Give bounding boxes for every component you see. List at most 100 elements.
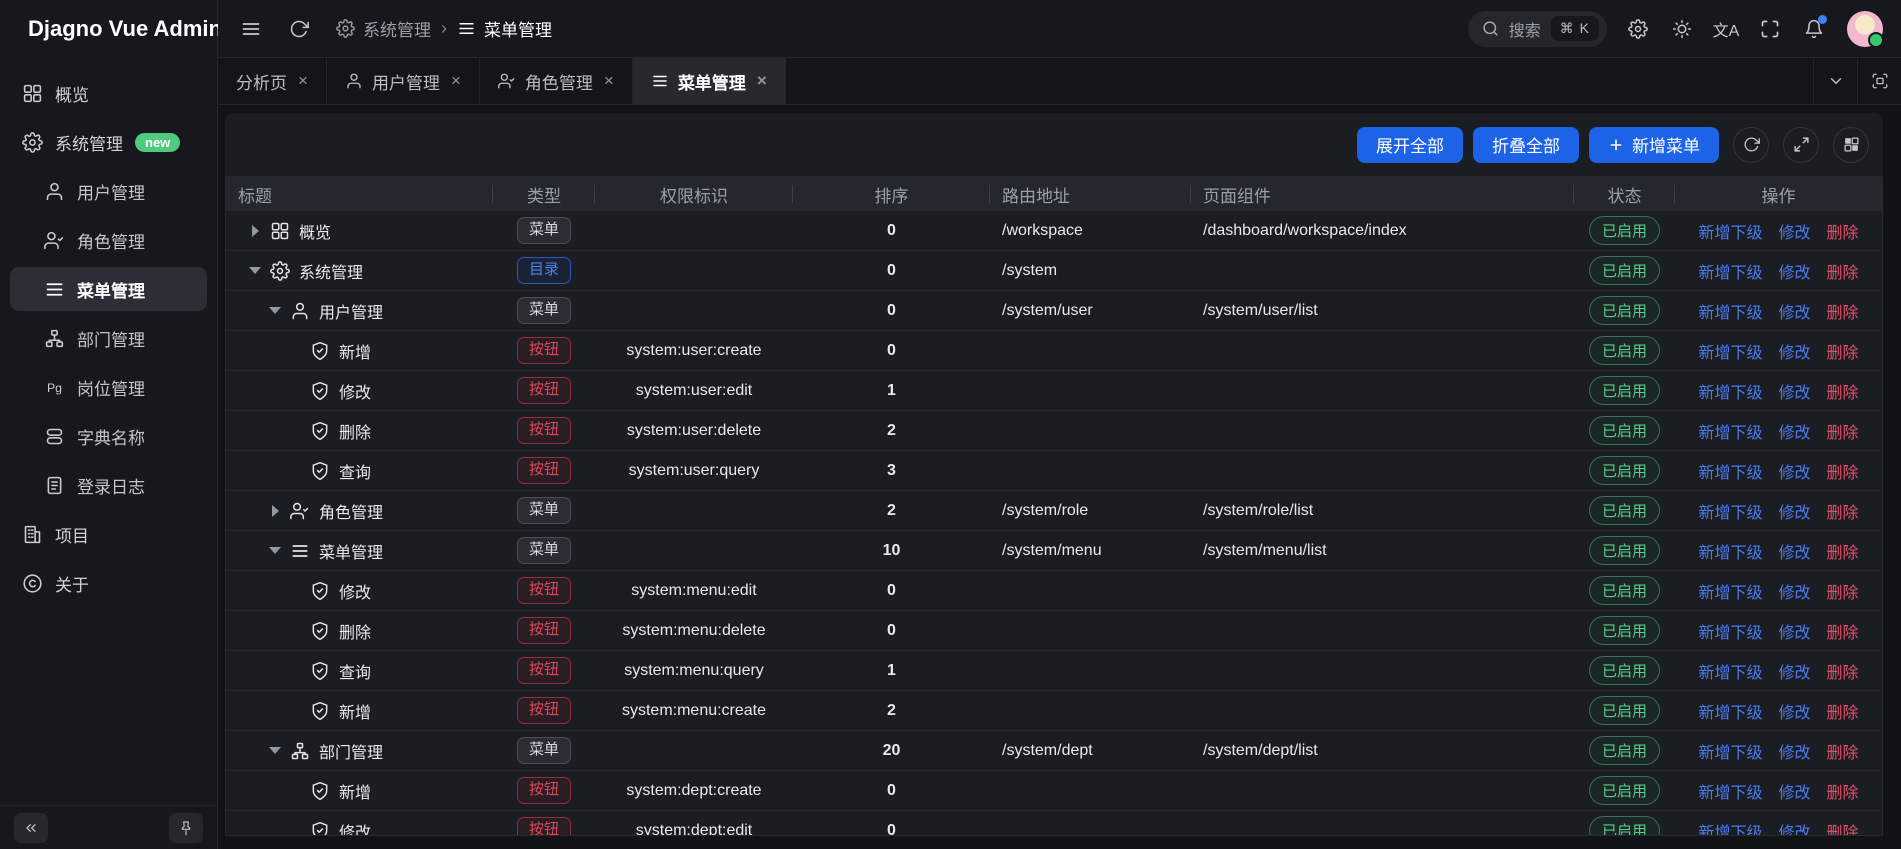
sidebar-item-gear[interactable]: 系统管理 new — [10, 120, 207, 164]
expand-arrow[interactable] — [266, 502, 284, 520]
delete-action[interactable]: 删除 — [1827, 699, 1859, 723]
tab-3[interactable]: 角色管理 × — [480, 58, 633, 104]
edit-action[interactable]: 修改 — [1778, 499, 1810, 523]
expand-arrow[interactable] — [266, 742, 284, 760]
expand-arrow[interactable] — [266, 302, 284, 320]
delete-action[interactable]: 删除 — [1827, 259, 1859, 283]
delete-action[interactable]: 删除 — [1827, 779, 1859, 803]
sun-icon — [1672, 19, 1692, 39]
tab-4[interactable]: 菜单管理 × — [633, 58, 786, 104]
column-settings-button[interactable] — [1833, 127, 1869, 163]
add-child-action[interactable]: 新增下级 — [1698, 819, 1762, 837]
edit-action[interactable]: 修改 — [1778, 299, 1810, 323]
expand-all-button[interactable]: 展开全部 — [1357, 127, 1463, 163]
add-child-action[interactable]: 新增下级 — [1698, 499, 1762, 523]
delete-action[interactable]: 删除 — [1827, 419, 1859, 443]
edit-action[interactable]: 修改 — [1778, 739, 1810, 763]
grid-icon — [22, 83, 43, 104]
add-child-action[interactable]: 新增下级 — [1698, 299, 1762, 323]
delete-action[interactable]: 删除 — [1827, 579, 1859, 603]
edit-action[interactable]: 修改 — [1778, 379, 1810, 403]
sidebar-item-pg[interactable]: Pg 岗位管理 — [10, 365, 207, 409]
expand-arrow[interactable] — [246, 222, 264, 240]
edit-action[interactable]: 修改 — [1778, 539, 1810, 563]
sidebar-collapse-button[interactable] — [14, 813, 48, 843]
delete-action[interactable]: 删除 — [1827, 539, 1859, 563]
delete-action[interactable]: 删除 — [1827, 299, 1859, 323]
add-child-action[interactable]: 新增下级 — [1698, 779, 1762, 803]
sidebar-item-log[interactable]: 登录日志 — [10, 463, 207, 507]
sidebar-item-grid[interactable]: 概览 — [10, 71, 207, 115]
tab-close-icon[interactable]: × — [451, 71, 461, 91]
sidebar-item-about[interactable]: 关于 — [10, 561, 207, 605]
sidebar-item-project[interactable]: 项目 — [10, 512, 207, 556]
edit-action[interactable]: 修改 — [1778, 699, 1810, 723]
add-child-action[interactable]: 新增下级 — [1698, 579, 1762, 603]
delete-action[interactable]: 删除 — [1827, 339, 1859, 363]
tab-2[interactable]: 用户管理 × — [327, 58, 480, 104]
edit-action[interactable]: 修改 — [1778, 659, 1810, 683]
edit-action[interactable]: 修改 — [1778, 819, 1810, 837]
sidebar-item-dept[interactable]: 部门管理 — [10, 316, 207, 360]
add-menu-button[interactable]: 新增菜单 — [1589, 127, 1719, 163]
theme-toggle-button[interactable] — [1665, 12, 1699, 46]
delete-action[interactable]: 删除 — [1827, 819, 1859, 837]
delete-action[interactable]: 删除 — [1827, 739, 1859, 763]
edit-action[interactable]: 修改 — [1778, 339, 1810, 363]
tab-close-icon[interactable]: × — [604, 71, 614, 91]
sidebar-item-list[interactable]: 菜单管理 — [10, 267, 207, 311]
language-button[interactable]: 文A — [1709, 12, 1743, 46]
add-child-action[interactable]: 新增下级 — [1698, 659, 1762, 683]
delete-action[interactable]: 删除 — [1827, 379, 1859, 403]
content-maximize-button[interactable] — [1857, 58, 1901, 104]
sidebar-item-user-check[interactable]: 角色管理 — [10, 218, 207, 262]
delete-action[interactable]: 删除 — [1827, 219, 1859, 243]
settings-button[interactable] — [1621, 12, 1655, 46]
add-child-action[interactable]: 新增下级 — [1698, 379, 1762, 403]
edit-action[interactable]: 修改 — [1778, 619, 1810, 643]
collapse-all-button[interactable]: 折叠全部 — [1473, 127, 1579, 163]
table-row: 概览 菜单 0 /workspace /dashboard/workspace/… — [226, 211, 1882, 251]
shield-icon — [310, 581, 330, 601]
breadcrumb-item-menu[interactable]: 菜单管理 — [457, 16, 552, 41]
notifications-button[interactable] — [1797, 12, 1831, 46]
global-search[interactable]: 搜索 ⌘ K — [1468, 11, 1607, 47]
delete-action[interactable]: 删除 — [1827, 659, 1859, 683]
table-fullscreen-button[interactable] — [1783, 127, 1819, 163]
menu-list-icon — [457, 19, 476, 38]
table-refresh-button[interactable] — [1733, 127, 1769, 163]
user-avatar[interactable] — [1847, 11, 1883, 47]
fullscreen-button[interactable] — [1753, 12, 1787, 46]
sidebar-toggle-button[interactable] — [234, 12, 268, 46]
expand-arrow[interactable] — [266, 542, 284, 560]
edit-action[interactable]: 修改 — [1778, 779, 1810, 803]
add-child-action[interactable]: 新增下级 — [1698, 619, 1762, 643]
add-child-action[interactable]: 新增下级 — [1698, 459, 1762, 483]
row-route: /system/dept — [990, 731, 1191, 770]
refresh-button[interactable] — [282, 12, 316, 46]
breadcrumb-item-system[interactable]: 系统管理 — [336, 16, 431, 41]
add-child-action[interactable]: 新增下级 — [1698, 419, 1762, 443]
add-child-action[interactable]: 新增下级 — [1698, 259, 1762, 283]
edit-action[interactable]: 修改 — [1778, 419, 1810, 443]
tab-1[interactable]: 分析页 × — [218, 58, 327, 104]
edit-action[interactable]: 修改 — [1778, 579, 1810, 603]
tab-list-dropdown-button[interactable] — [1813, 58, 1857, 104]
edit-action[interactable]: 修改 — [1778, 219, 1810, 243]
add-child-action[interactable]: 新增下级 — [1698, 699, 1762, 723]
edit-action[interactable]: 修改 — [1778, 459, 1810, 483]
sidebar-item-user[interactable]: 用户管理 — [10, 169, 207, 213]
sidebar-pin-button[interactable] — [169, 813, 203, 843]
tab-close-icon[interactable]: × — [298, 71, 308, 91]
add-child-action[interactable]: 新增下级 — [1698, 339, 1762, 363]
delete-action[interactable]: 删除 — [1827, 459, 1859, 483]
add-child-action[interactable]: 新增下级 — [1698, 539, 1762, 563]
sidebar-item-dict[interactable]: 字典名称 — [10, 414, 207, 458]
delete-action[interactable]: 删除 — [1827, 499, 1859, 523]
expand-arrow[interactable] — [246, 262, 264, 280]
add-child-action[interactable]: 新增下级 — [1698, 739, 1762, 763]
edit-action[interactable]: 修改 — [1778, 259, 1810, 283]
tab-close-icon[interactable]: × — [757, 71, 767, 91]
add-child-action[interactable]: 新增下级 — [1698, 219, 1762, 243]
delete-action[interactable]: 删除 — [1827, 619, 1859, 643]
